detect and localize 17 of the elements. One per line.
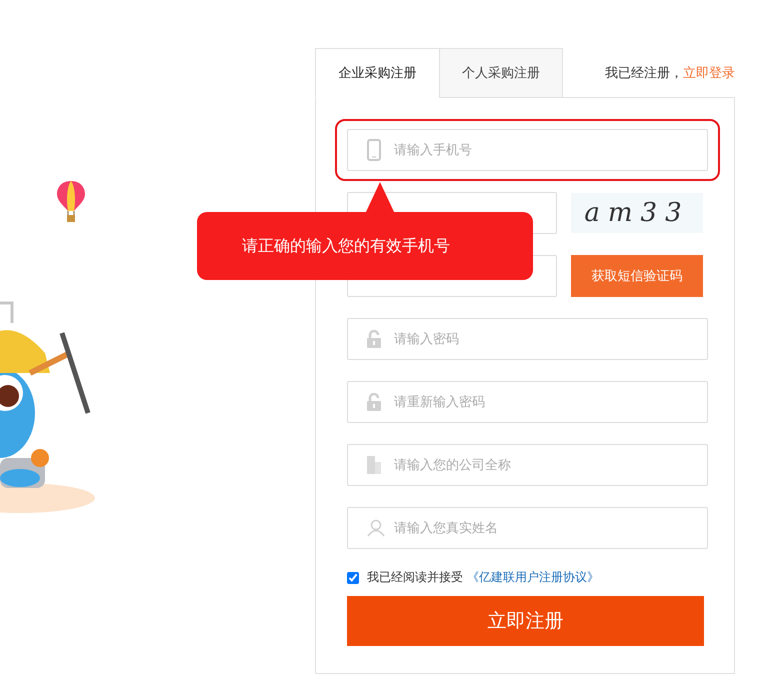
phone-field[interactable]: 请输入手机号: [347, 129, 708, 171]
login-prompt: 我已经注册，: [605, 64, 683, 82]
get-sms-code-button[interactable]: 获取短信验证码: [571, 255, 703, 297]
hot-air-balloon-icon: [56, 180, 86, 223]
agreement-text: 我已经阅读并接受: [367, 569, 463, 586]
company-field[interactable]: 请输入您的公司全称: [347, 444, 708, 486]
agreement-link[interactable]: 《亿建联用户注册协议》: [467, 569, 599, 586]
password-field[interactable]: 请输入密码: [347, 318, 708, 360]
register-button[interactable]: 立即注册: [347, 596, 704, 646]
tab[interactable]: 个人采购注册: [439, 48, 563, 98]
login-link[interactable]: 立即登录: [683, 64, 735, 82]
password-field[interactable]: 请重新输入密码: [347, 381, 708, 423]
person-field[interactable]: 请输入您真实姓名: [347, 507, 708, 549]
tab[interactable]: 企业采购注册: [315, 48, 439, 98]
captcha-image[interactable]: am33: [571, 193, 703, 233]
agreement-checkbox[interactable]: [347, 572, 359, 584]
error-tooltip: 请正确的输入您的有效手机号: [197, 212, 533, 280]
